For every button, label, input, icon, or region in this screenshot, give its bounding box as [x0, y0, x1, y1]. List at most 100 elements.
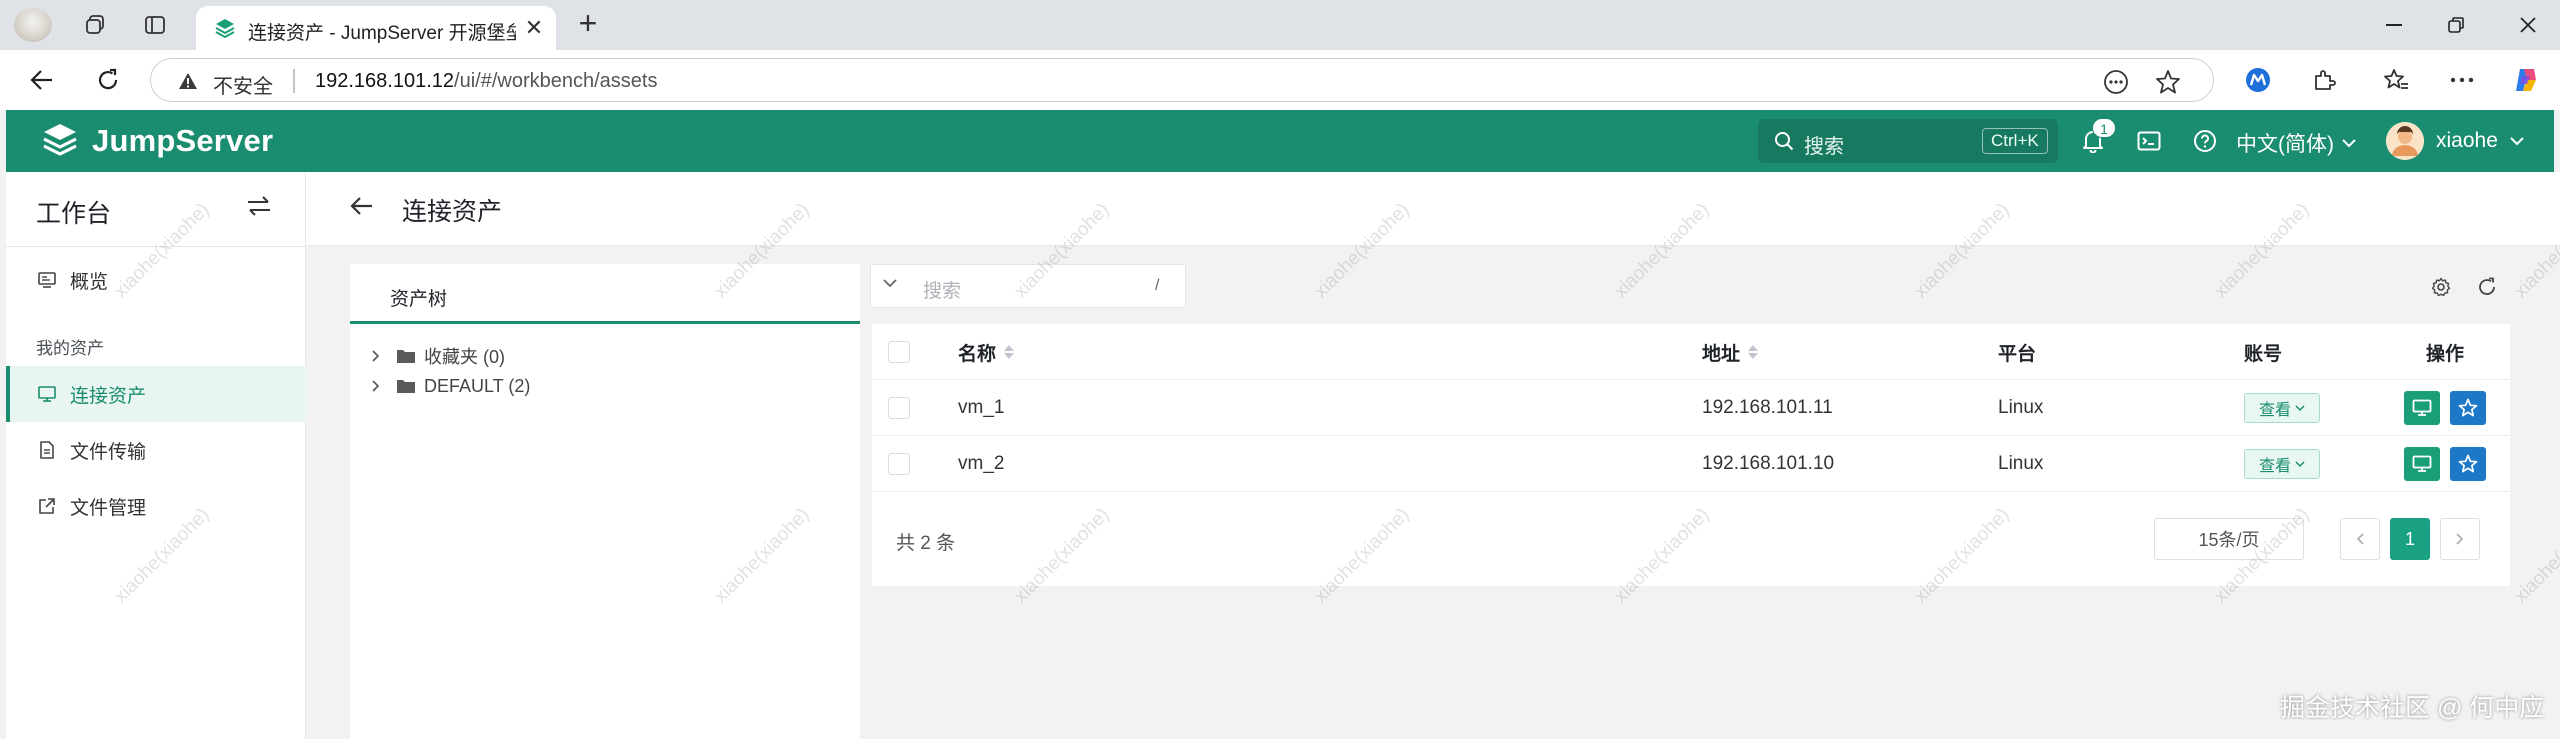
user-menu[interactable]: xiaohe: [2386, 120, 2524, 162]
language-label: 中文(简体): [2236, 133, 2334, 156]
tab-asset-tree[interactable]: 资产树: [350, 264, 860, 324]
refresh-icon[interactable]: [88, 62, 128, 98]
username: xiaohe: [2436, 129, 2498, 152]
sidebar-title: 工作台: [36, 200, 112, 228]
profile-avatar[interactable]: [14, 8, 52, 42]
settings-gear-icon[interactable]: [2428, 274, 2454, 300]
sidebar-item-overview[interactable]: 概览: [6, 252, 306, 308]
tab-label: 资产树: [390, 289, 448, 310]
sidebar-item-file-management[interactable]: 文件管理: [6, 478, 306, 534]
close-window-icon[interactable]: [2498, 6, 2558, 44]
prev-page-button[interactable]: [2340, 518, 2380, 560]
select-all-checkbox[interactable]: [888, 341, 910, 363]
view-accounts-button[interactable]: 查看: [2244, 393, 2320, 423]
credit-watermark: 掘金技术社区 @ 何中应: [2280, 694, 2545, 722]
desktop-icon: [2412, 399, 2432, 416]
star-icon: [2458, 398, 2478, 417]
star-icon: [2458, 454, 2478, 473]
favorite-button[interactable]: [2450, 391, 2486, 425]
sidebar-item-label: 文件传输: [70, 441, 147, 463]
extensions-puzzle-icon[interactable]: [2306, 62, 2342, 98]
terminal-icon[interactable]: [2132, 124, 2166, 158]
total-count: 共 2 条: [896, 533, 956, 554]
tab-actions-icon[interactable]: [138, 10, 172, 40]
table-row: vm_1 192.168.101.11 Linux 查看: [872, 380, 2510, 436]
address-bar[interactable]: 不安全 192.168.101.12/ui/#/workbench/assets: [150, 58, 2214, 102]
search-placeholder: 搜索: [923, 281, 962, 302]
asset-table: 名称 地址 平台 账号 操作 vm_1 192.168.101.11 Linux…: [872, 324, 2510, 492]
search-shortcut: /: [1155, 277, 1160, 294]
column-header-actions: 操作: [2426, 343, 2465, 365]
connect-button[interactable]: [2404, 391, 2440, 425]
tree-node-default[interactable]: DEFAULT (2): [364, 372, 530, 400]
new-tab-button[interactable]: +: [570, 6, 606, 42]
monitor-icon: [36, 269, 58, 291]
copilot-icon[interactable]: [2508, 62, 2544, 98]
brand-logo[interactable]: JumpServer: [40, 120, 273, 162]
sidebar-section-label: 我的资产: [36, 339, 104, 358]
notification-badge: 1: [2092, 118, 2116, 138]
external-link-icon: [36, 495, 58, 517]
watermark-text: xiaohe(xiaohe): [2510, 504, 2560, 608]
browser-tab-active[interactable]: 连接资产 - JumpServer 开源堡垒机 ✕: [196, 6, 556, 50]
row-checkbox[interactable]: [888, 397, 910, 419]
help-icon[interactable]: [2188, 124, 2222, 158]
sort-icon[interactable]: [1004, 345, 1015, 359]
jumpserver-logo-icon: [43, 124, 77, 156]
page-header: 连接资产: [306, 172, 2560, 246]
chevron-right-icon[interactable]: [364, 350, 388, 362]
refresh-icon[interactable]: [2474, 274, 2500, 300]
tree-node-favorites[interactable]: 收藏夹 (0): [364, 342, 505, 370]
asset-platform: Linux: [1998, 453, 2044, 474]
search-icon: [1775, 132, 1794, 151]
app-header: JumpServer 搜索 Ctrl+K 1 中文(简体) xiaohe: [6, 110, 2554, 172]
folder-icon: [397, 350, 415, 363]
asset-platform: Linux: [1998, 397, 2044, 418]
sidebar-item-file-transfer[interactable]: 文件传输: [6, 422, 306, 478]
notification-bell-icon[interactable]: 1: [2076, 118, 2116, 158]
tree-node-label: DEFAULT (2): [424, 375, 531, 396]
sidebar-item-label: 文件管理: [70, 497, 147, 519]
sidebar-item-connect-assets[interactable]: 连接资产: [6, 366, 306, 422]
asset-tree-panel: 资产树 收藏夹 (0) DEFAULT (2): [350, 264, 860, 739]
column-header-name[interactable]: 名称: [958, 324, 1015, 380]
warning-icon: [179, 73, 197, 89]
back-icon[interactable]: [22, 62, 62, 98]
desktop-icon: [36, 383, 58, 405]
favorites-icon[interactable]: [2378, 62, 2414, 98]
favorite-button[interactable]: [2450, 447, 2486, 481]
table-header-row: 名称 地址 平台 账号 操作: [872, 324, 2510, 380]
connect-button[interactable]: [2404, 447, 2440, 481]
divider: [293, 69, 295, 93]
row-checkbox[interactable]: [888, 453, 910, 475]
favorite-star-icon[interactable]: [2153, 68, 2183, 96]
chevron-down-icon[interactable]: [883, 279, 897, 288]
page-size-select[interactable]: 15条/页: [2154, 518, 2304, 560]
tab-close-icon[interactable]: ✕: [520, 14, 548, 42]
global-search-input[interactable]: 搜索 Ctrl+K: [1758, 119, 2058, 163]
reading-options-icon[interactable]: [2101, 68, 2131, 96]
back-arrow-icon[interactable]: [350, 196, 374, 221]
sort-icon[interactable]: [1748, 345, 1759, 359]
extension-m-icon[interactable]: [2240, 62, 2276, 98]
more-menu-icon[interactable]: [2444, 62, 2480, 98]
user-avatar: [2386, 122, 2424, 160]
restore-icon[interactable]: [2426, 6, 2486, 44]
collections-icon[interactable]: [78, 10, 112, 40]
next-page-button[interactable]: [2440, 518, 2480, 560]
table-search-input[interactable]: 搜索 /: [870, 264, 1186, 308]
divider: [6, 246, 306, 247]
language-switcher[interactable]: 中文(简体): [2236, 128, 2356, 158]
page-number-button[interactable]: 1: [2390, 518, 2430, 560]
chevron-right-icon[interactable]: [364, 380, 388, 392]
desktop-icon: [2412, 455, 2432, 472]
switch-view-icon[interactable]: [246, 194, 272, 223]
browser-toolbar: 不安全 192.168.101.12/ui/#/workbench/assets: [0, 50, 2560, 110]
chevron-left-icon: [2356, 533, 2364, 545]
minimize-icon[interactable]: [2364, 6, 2424, 44]
insecure-label[interactable]: 不安全: [213, 70, 273, 99]
view-accounts-button[interactable]: 查看: [2244, 449, 2320, 479]
tab-title: 连接资产 - JumpServer 开源堡垒机: [248, 23, 516, 44]
column-header-address[interactable]: 地址: [1702, 324, 1759, 380]
url-text[interactable]: 192.168.101.12/ui/#/workbench/assets: [315, 70, 657, 93]
